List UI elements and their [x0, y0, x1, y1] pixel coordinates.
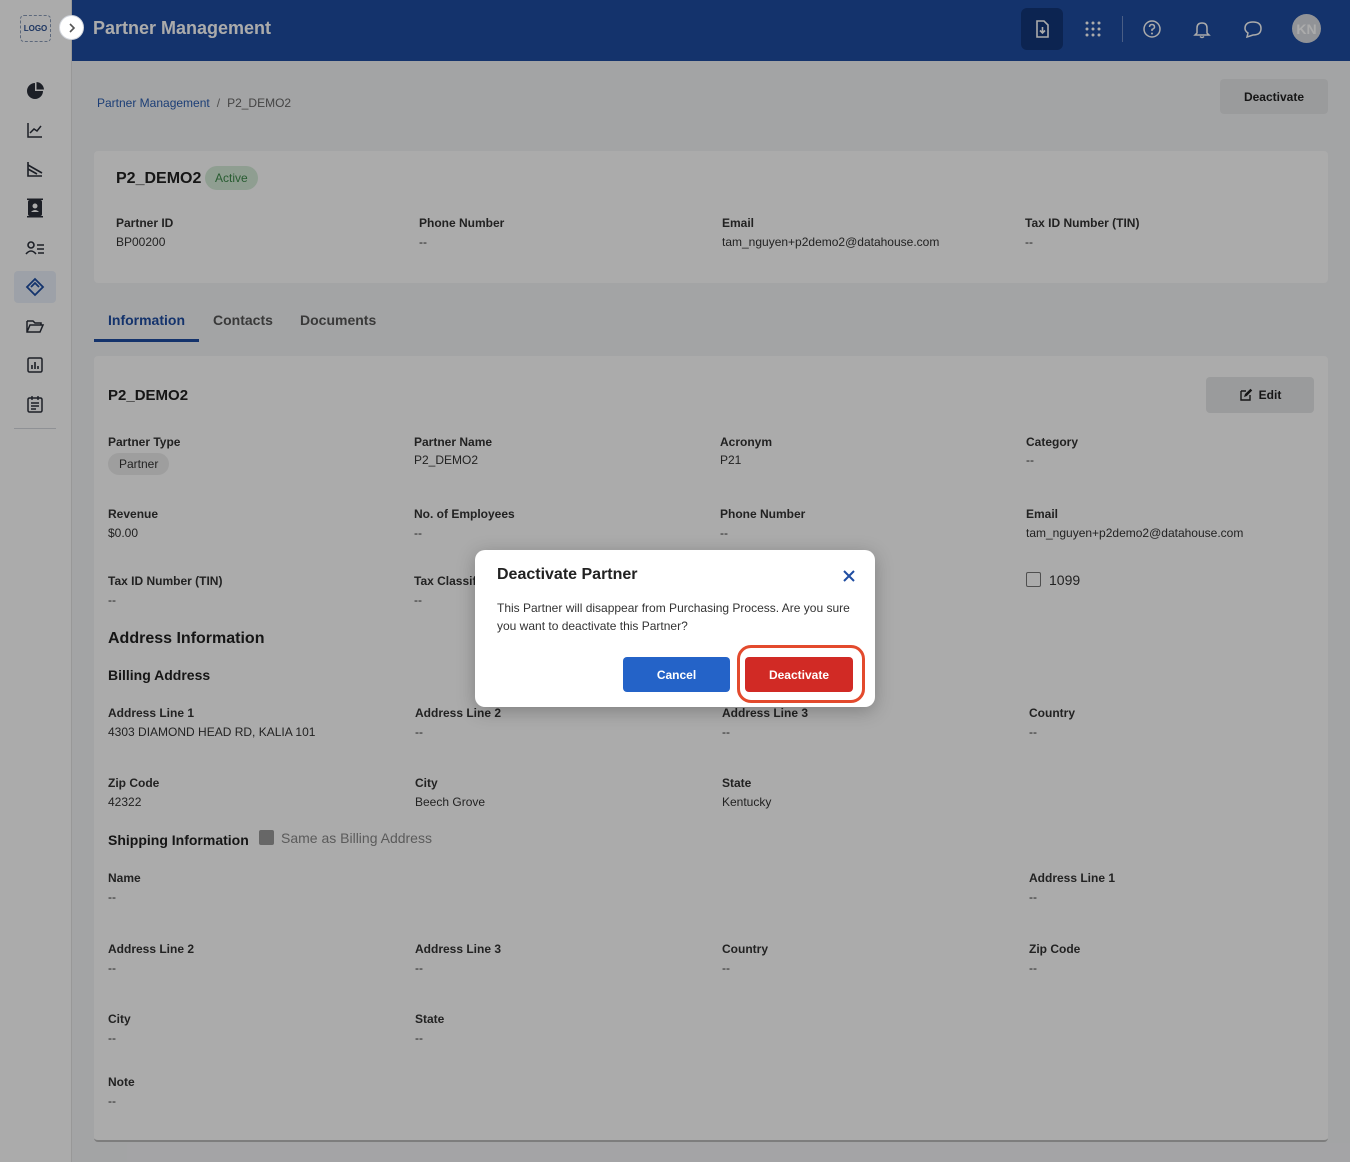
chevron-right-icon — [68, 22, 75, 33]
dialog-cancel-button[interactable]: Cancel — [623, 657, 730, 692]
deactivate-partner-dialog: Deactivate Partner This Partner will dis… — [475, 550, 875, 707]
sidebar-expand-button[interactable] — [59, 15, 84, 40]
dialog-message: This Partner will disappear from Purchas… — [497, 601, 850, 633]
dialog-deactivate-button[interactable]: Deactivate — [745, 657, 853, 692]
dialog-close-button[interactable] — [839, 566, 859, 586]
dialog-title: Deactivate Partner — [497, 566, 638, 583]
close-icon — [843, 570, 855, 582]
